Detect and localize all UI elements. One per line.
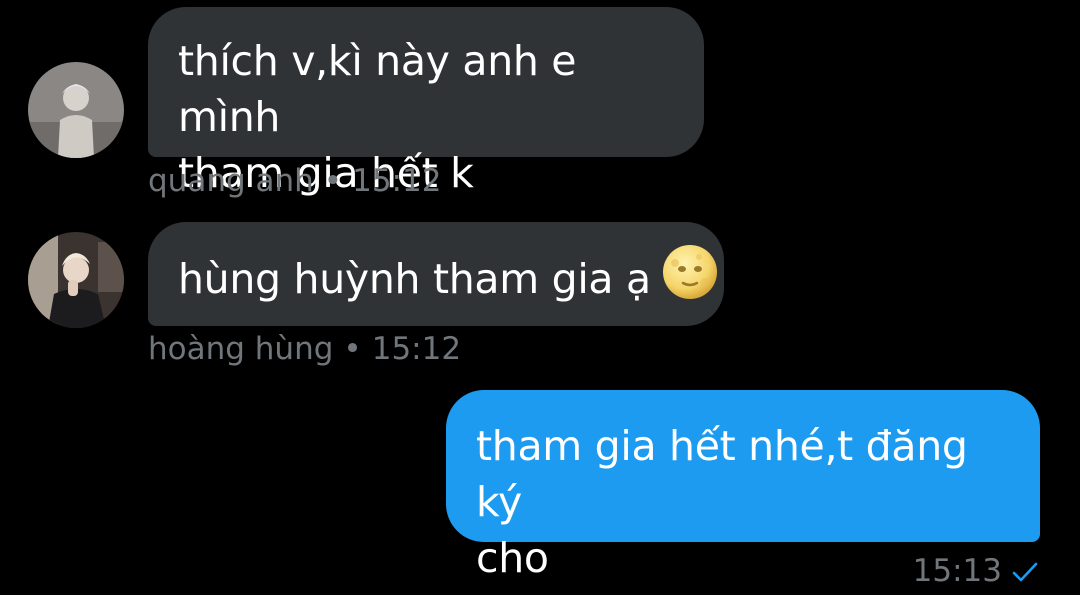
sender-name[interactable]: quang anh [148,163,314,199]
message-meta-3: 15:13 [913,551,1038,593]
timestamp: 15:13 [912,553,1002,589]
timestamp: 15:12 [352,163,442,199]
sent-check-icon [1012,553,1038,593]
message-meta-2: hoàng hùng • 15:12 [148,329,461,369]
avatar-quang-anh[interactable] [28,62,124,158]
message-text-line: thích v,kì này anh e mình [178,37,577,141]
full-moon-face-icon [661,243,719,315]
person-photo-icon [28,232,124,328]
person-photo-icon [28,62,124,158]
message-text-line: tham gia hết nhé,t đăng ký [476,422,968,526]
message-text: hùng huỳnh tham gia ạ [178,255,651,303]
message-bubble-3[interactable]: tham gia hết nhé,t đăng ký cho [446,390,1040,582]
separator-dot: • [323,163,343,199]
separator-dot: • [343,331,362,367]
message-meta-1: quang anh • 15:12 [148,161,441,201]
avatar-hoang-hung[interactable] [28,232,124,328]
message-bubble-1[interactable]: thích v,kì này anh e mình tham gia hết k [148,7,704,197]
sender-name[interactable]: hoàng hùng [148,331,333,367]
timestamp: 15:12 [371,331,462,367]
message-bubble-2[interactable]: hùng huỳnh tham gia ạ [148,222,724,326]
